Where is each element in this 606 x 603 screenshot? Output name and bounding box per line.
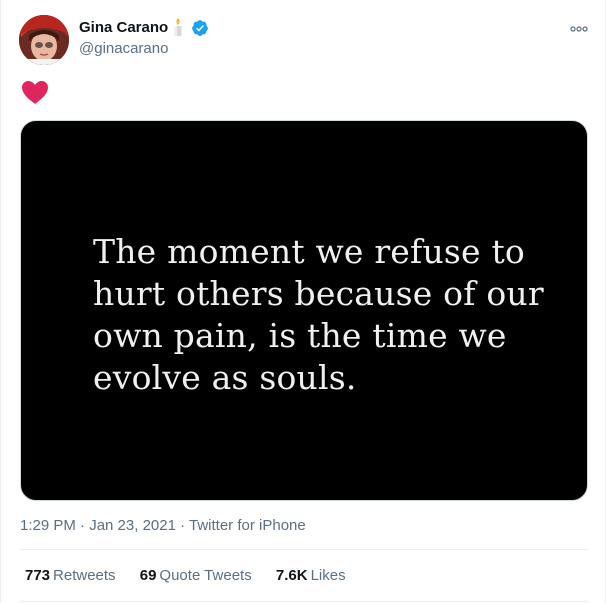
author-handle[interactable]: @ginacarano (79, 40, 168, 57)
more-options-button[interactable] (567, 20, 591, 40)
avatar[interactable] (19, 15, 69, 65)
retweets-count: 773 (25, 567, 51, 584)
heart-icon (21, 80, 49, 106)
more-icon (570, 26, 588, 32)
tweet-stats: 773 Retweets 69 Quote Tweets 7.6K Likes (25, 567, 366, 584)
tweet-timestamp[interactable]: 1:29 PM · Jan 23, 2021 (20, 517, 176, 534)
quote-tweets-label: Quote Tweets (159, 567, 252, 584)
likes-count: 7.6K (275, 567, 308, 584)
divider (20, 549, 588, 550)
metadata-separator: · (175, 517, 189, 534)
author-name[interactable]: Gina Carano (79, 19, 168, 36)
retweets-stat[interactable]: 773 Retweets (25, 567, 116, 584)
tweet-source[interactable]: Twitter for iPhone (189, 517, 306, 534)
likes-label: Likes (310, 567, 346, 584)
divider (20, 601, 588, 602)
likes-stat[interactable]: 7.6K Likes (276, 567, 346, 584)
retweets-label: Retweets (53, 567, 116, 584)
candle-icon (171, 17, 185, 37)
tweet-metadata: 1:29 PM · Jan 23, 2021 · Twitter for iPh… (20, 517, 306, 534)
tweet-media-image[interactable]: The moment we refuse to hurt others beca… (20, 120, 588, 501)
verified-icon (191, 19, 209, 37)
tweet-card: Gina Carano @ginacarano The moment we re… (0, 0, 606, 603)
quote-tweets-count: 69 (139, 567, 157, 584)
media-quote-text: The moment we refuse to hurt others beca… (93, 232, 544, 397)
quote-tweets-stat[interactable]: 69 Quote Tweets (140, 567, 252, 584)
